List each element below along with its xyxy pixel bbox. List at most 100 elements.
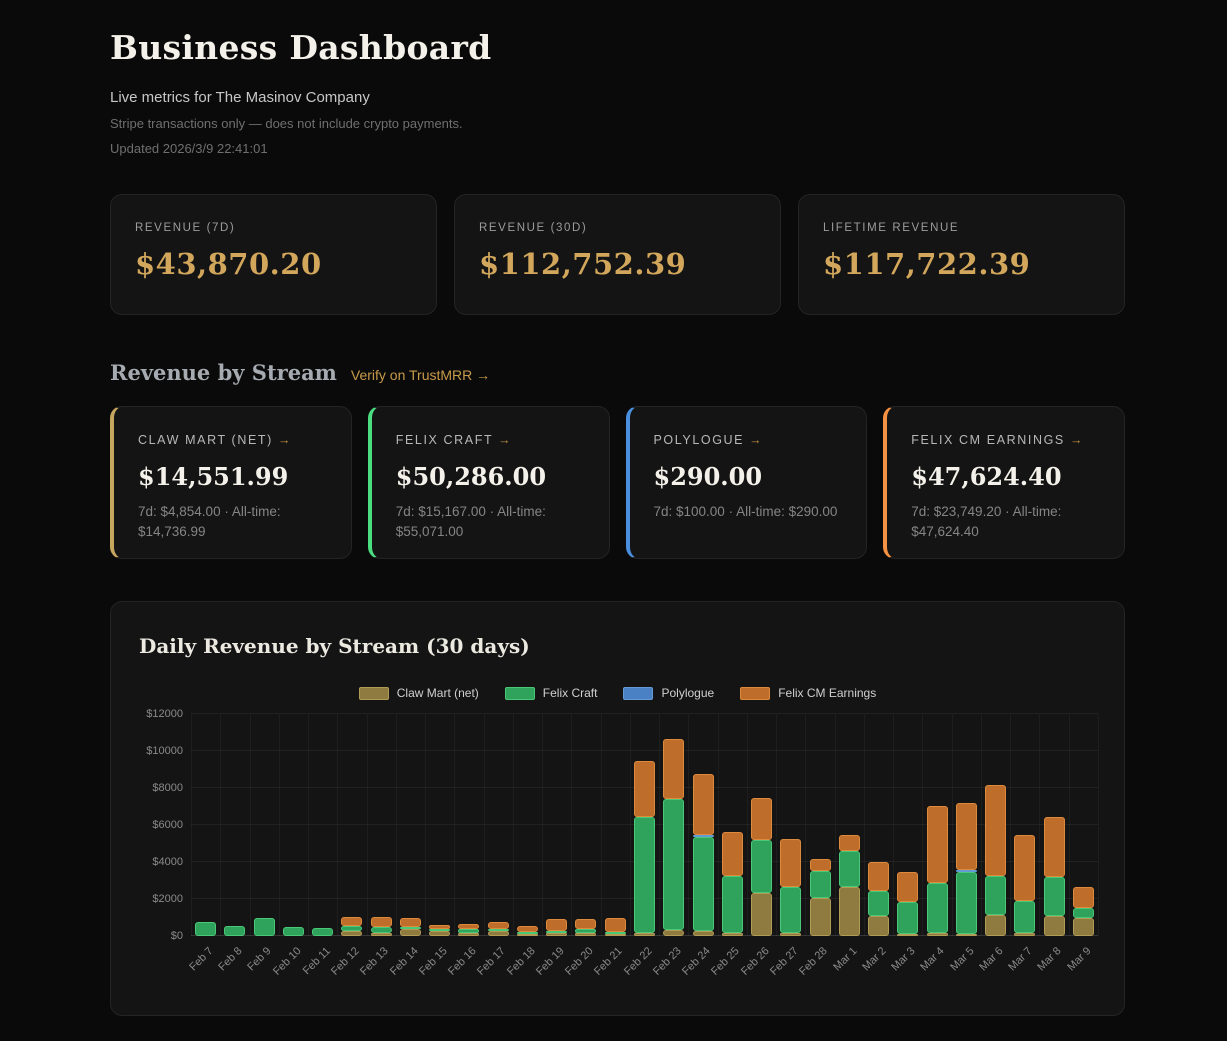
metric-value: $43,870.20 <box>135 247 412 281</box>
gridline <box>1098 714 1099 936</box>
stacked-bar <box>458 924 479 936</box>
stream-detail: 7d: $23,749.20 · All-time: $47,624.40 <box>911 502 1104 541</box>
bar-segment <box>693 837 714 931</box>
bar-segment <box>1044 877 1065 916</box>
bar-column <box>1039 714 1068 936</box>
bar-segment <box>751 798 772 839</box>
bar-segment <box>985 785 1006 876</box>
metrics-row: REVENUE (7D)$43,870.20REVENUE (30D)$112,… <box>110 194 1125 315</box>
bar-segment <box>751 840 772 893</box>
bar-segment <box>751 893 772 936</box>
legend-swatch-icon <box>505 687 535 700</box>
bar-segment <box>810 898 831 936</box>
x-tick-label: Feb 7 <box>187 945 215 973</box>
bar-segment <box>985 915 1006 936</box>
x-tick-label: Feb 18 <box>505 945 538 978</box>
legend-item[interactable]: Polylogue <box>623 686 714 700</box>
y-tick-label: $10000 <box>146 745 183 757</box>
legend-label: Polylogue <box>661 686 714 700</box>
stacked-bar <box>488 922 509 936</box>
bar-segment <box>283 927 304 936</box>
bar-segment <box>868 862 889 891</box>
bar-segment <box>1044 817 1065 877</box>
stream-cards-row: CLAW MART (NET) →$14,551.997d: $4,854.00… <box>110 406 1125 559</box>
bar-segment <box>1073 887 1094 908</box>
x-tick-label: Feb 28 <box>797 945 830 978</box>
stream-card-link[interactable]: POLYLOGUE → <box>654 433 762 447</box>
bar-segment <box>839 835 860 851</box>
stream-detail: 7d: $100.00 · All-time: $290.00 <box>654 502 847 522</box>
bar-segment <box>224 926 245 936</box>
stacked-bar <box>546 919 567 936</box>
bar-segment <box>371 927 392 933</box>
dashboard-page: Business Dashboard Live metrics for The … <box>110 0 1125 1016</box>
updated-timestamp: Updated 2026/3/9 22:41:01 <box>110 141 1125 156</box>
legend-label: Felix Craft <box>543 686 598 700</box>
bar-segment <box>985 876 1006 916</box>
stacked-bar <box>693 774 714 936</box>
stacked-bar <box>897 872 918 936</box>
chart-plot-wrap: $0$2000$4000$6000$8000$10000$12000 Feb 7… <box>139 714 1096 994</box>
bar-segment <box>400 918 421 927</box>
stream-card-link[interactable]: FELIX CM EARNINGS → <box>911 433 1082 447</box>
x-tick-label: Mar 3 <box>889 945 917 973</box>
bar-column <box>513 714 542 936</box>
bar-segment <box>897 902 918 934</box>
bar-segment <box>956 872 977 934</box>
y-tick-label: $8000 <box>152 782 183 794</box>
bar-column <box>571 714 600 936</box>
stacked-bar <box>575 919 596 936</box>
bar-segment <box>1014 835 1035 901</box>
bar-segment <box>663 799 684 930</box>
bar-column <box>308 714 337 936</box>
bar-segment <box>634 761 655 817</box>
stream-card-link[interactable]: CLAW MART (NET) → <box>138 433 290 447</box>
bar-column <box>952 714 981 936</box>
bar-segment <box>517 926 538 932</box>
stream-value: $290.00 <box>654 462 847 491</box>
stream-card: FELIX CM EARNINGS →$47,624.407d: $23,749… <box>883 406 1125 559</box>
legend-item[interactable]: Claw Mart (net) <box>359 686 479 700</box>
stacked-bar <box>927 806 948 936</box>
stream-card-link[interactable]: FELIX CRAFT → <box>396 433 511 447</box>
x-tick-label: Feb 14 <box>388 945 421 978</box>
stacked-bar <box>985 785 1006 936</box>
bar-segment <box>693 774 714 836</box>
stacked-bar <box>371 917 392 936</box>
bar-segment <box>605 918 626 932</box>
bar-segment <box>575 919 596 930</box>
x-tick-label: Feb 8 <box>216 945 244 973</box>
bar-column <box>425 714 454 936</box>
bar-segment <box>1073 908 1094 918</box>
bar-segment <box>488 922 509 929</box>
bar-column <box>630 714 659 936</box>
bar-segment <box>839 887 860 936</box>
verify-trustmrr-link[interactable]: Verify on TrustMRR → <box>351 367 490 383</box>
bar-column <box>893 714 922 936</box>
stacked-bar <box>634 761 655 936</box>
metric-value: $117,722.39 <box>823 247 1100 281</box>
bar-column <box>835 714 864 936</box>
stacked-bar <box>429 925 450 936</box>
bar-segment <box>927 883 948 933</box>
section-title-revenue-by-stream: Revenue by Stream <box>110 360 337 385</box>
bar-column <box>1010 714 1039 936</box>
bar-column <box>659 714 688 936</box>
stacked-bar <box>254 918 275 936</box>
legend-item[interactable]: Felix CM Earnings <box>740 686 876 700</box>
stacked-bar <box>517 926 538 936</box>
legend-label: Felix CM Earnings <box>778 686 876 700</box>
bar-segment <box>897 872 918 902</box>
stream-detail: 7d: $15,167.00 · All-time: $55,071.00 <box>396 502 589 541</box>
bar-segment <box>312 928 333 936</box>
stream-value: $14,551.99 <box>138 462 331 491</box>
x-tick-label: Feb 19 <box>534 945 567 978</box>
arrow-right-icon: → <box>1070 433 1083 447</box>
x-tick-label: Mar 5 <box>948 945 976 973</box>
legend-item[interactable]: Felix Craft <box>505 686 598 700</box>
x-tick-label: Feb 12 <box>329 945 362 978</box>
bar-segment <box>927 806 948 883</box>
stacked-bar <box>283 927 304 936</box>
legend-swatch-icon <box>740 687 770 700</box>
x-tick-label: Mar 8 <box>1036 945 1064 973</box>
